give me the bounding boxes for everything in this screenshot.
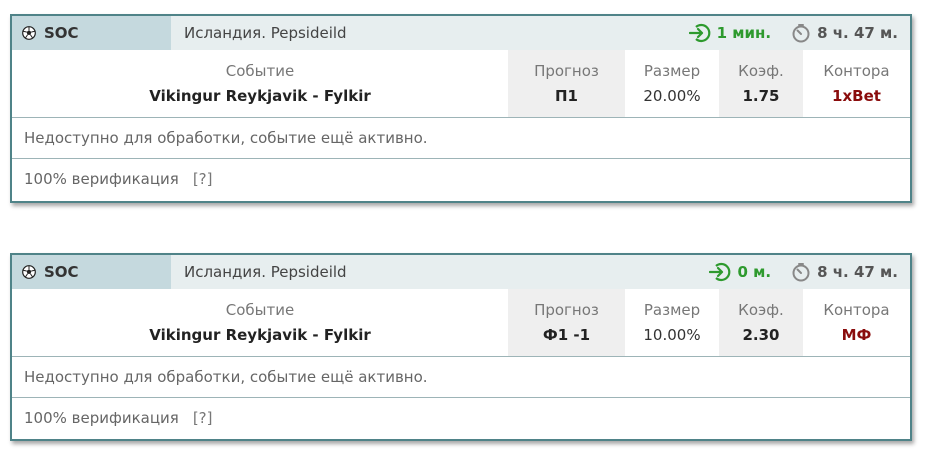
time-total: 8 ч. 47 м.	[791, 23, 898, 43]
help-link[interactable]: [?]	[193, 409, 213, 427]
event-label: Событие	[225, 301, 295, 319]
event-name: Vikingur Reykjavik - Fylkir	[149, 87, 371, 105]
time-info: 0 м. 8 ч. 47 м.	[709, 255, 910, 289]
verification-text: 100% верификация	[24, 170, 179, 188]
pick-label: Прогноз	[534, 62, 599, 80]
league-name: Исландия. Pepsideild	[184, 263, 347, 281]
help-link[interactable]: [?]	[193, 170, 213, 188]
verification-row: 100% верификация [?]	[12, 397, 910, 438]
sport-code: SOC	[44, 263, 79, 281]
time-remaining-value: 1 мин.	[716, 24, 772, 42]
odds-value: 1.75	[742, 87, 780, 105]
stopwatch-icon	[792, 263, 810, 282]
bookmaker-cell: Контора 1xBet	[803, 50, 910, 117]
bookmaker-name: 1xBet	[832, 87, 881, 105]
time-remaining: 1 мин.	[688, 23, 772, 43]
pick-value: Ф1 -1	[542, 326, 591, 344]
event-name: Vikingur Reykjavik - Fylkir	[149, 326, 371, 344]
stake-label: Размер	[643, 62, 701, 80]
soccer-ball-icon	[22, 26, 36, 40]
pick-value: П1	[555, 87, 578, 105]
bet-card: SOC Исландия. Pepsideild 0 м. 8 ч. 47 м.	[10, 253, 912, 441]
time-total-value: 8 ч. 47 м.	[817, 24, 898, 42]
time-info: 1 мин. 8 ч. 47 м.	[688, 16, 910, 50]
sport-code: SOC	[44, 24, 79, 42]
status-note: Недоступно для обработки, событие ещё ак…	[12, 117, 910, 158]
verification-row: 100% верификация [?]	[12, 158, 910, 199]
stake-cell: Размер 20.00%	[625, 50, 719, 117]
status-note: Недоступно для обработки, событие ещё ак…	[12, 356, 910, 397]
stake-label: Размер	[643, 301, 701, 319]
odds-label: Коэф.	[738, 62, 784, 80]
event-label: Событие	[225, 62, 295, 80]
odds-cell: Коэф. 1.75	[719, 50, 803, 117]
time-remaining: 0 м.	[709, 262, 771, 282]
sport-cell: SOC	[12, 255, 171, 289]
pick-cell: Прогноз П1	[508, 50, 625, 117]
bet-details-row: Событие Vikingur Reykjavik - Fylkir Прог…	[12, 289, 910, 356]
bookmaker-cell: Контора МФ	[803, 289, 910, 356]
stopwatch-icon	[792, 24, 810, 43]
event-cell: Событие Vikingur Reykjavik - Fylkir	[12, 289, 508, 356]
bookmaker-label: Контора	[823, 301, 890, 319]
soccer-ball-icon	[22, 265, 36, 279]
time-remaining-value: 0 м.	[737, 263, 772, 281]
stake-value: 10.00%	[643, 326, 701, 344]
odds-label: Коэф.	[738, 301, 784, 319]
stake-cell: Размер 10.00%	[625, 289, 719, 356]
sport-cell: SOC	[12, 16, 171, 50]
verification-text: 100% верификация	[24, 409, 179, 427]
pick-label: Прогноз	[534, 301, 599, 319]
bookmaker-label: Контора	[823, 62, 890, 80]
enter-arrow-icon	[709, 262, 731, 282]
bet-header: SOC Исландия. Pepsideild 1 мин. 8 ч. 47 …	[12, 16, 910, 50]
bet-details-row: Событие Vikingur Reykjavik - Fylkir Прог…	[12, 50, 910, 117]
bookmaker-name: МФ	[841, 326, 872, 344]
odds-cell: Коэф. 2.30	[719, 289, 803, 356]
enter-arrow-icon	[688, 23, 710, 43]
league-name: Исландия. Pepsideild	[184, 24, 347, 42]
time-total-value: 8 ч. 47 м.	[817, 263, 898, 281]
odds-value: 2.30	[742, 326, 780, 344]
stake-value: 20.00%	[643, 87, 701, 105]
event-cell: Событие Vikingur Reykjavik - Fylkir	[12, 50, 508, 117]
time-total: 8 ч. 47 м.	[791, 262, 898, 282]
bet-card: SOC Исландия. Pepsideild 1 мин. 8 ч. 47 …	[10, 14, 912, 203]
bet-header: SOC Исландия. Pepsideild 0 м. 8 ч. 47 м.	[12, 255, 910, 289]
pick-cell: Прогноз Ф1 -1	[508, 289, 625, 356]
